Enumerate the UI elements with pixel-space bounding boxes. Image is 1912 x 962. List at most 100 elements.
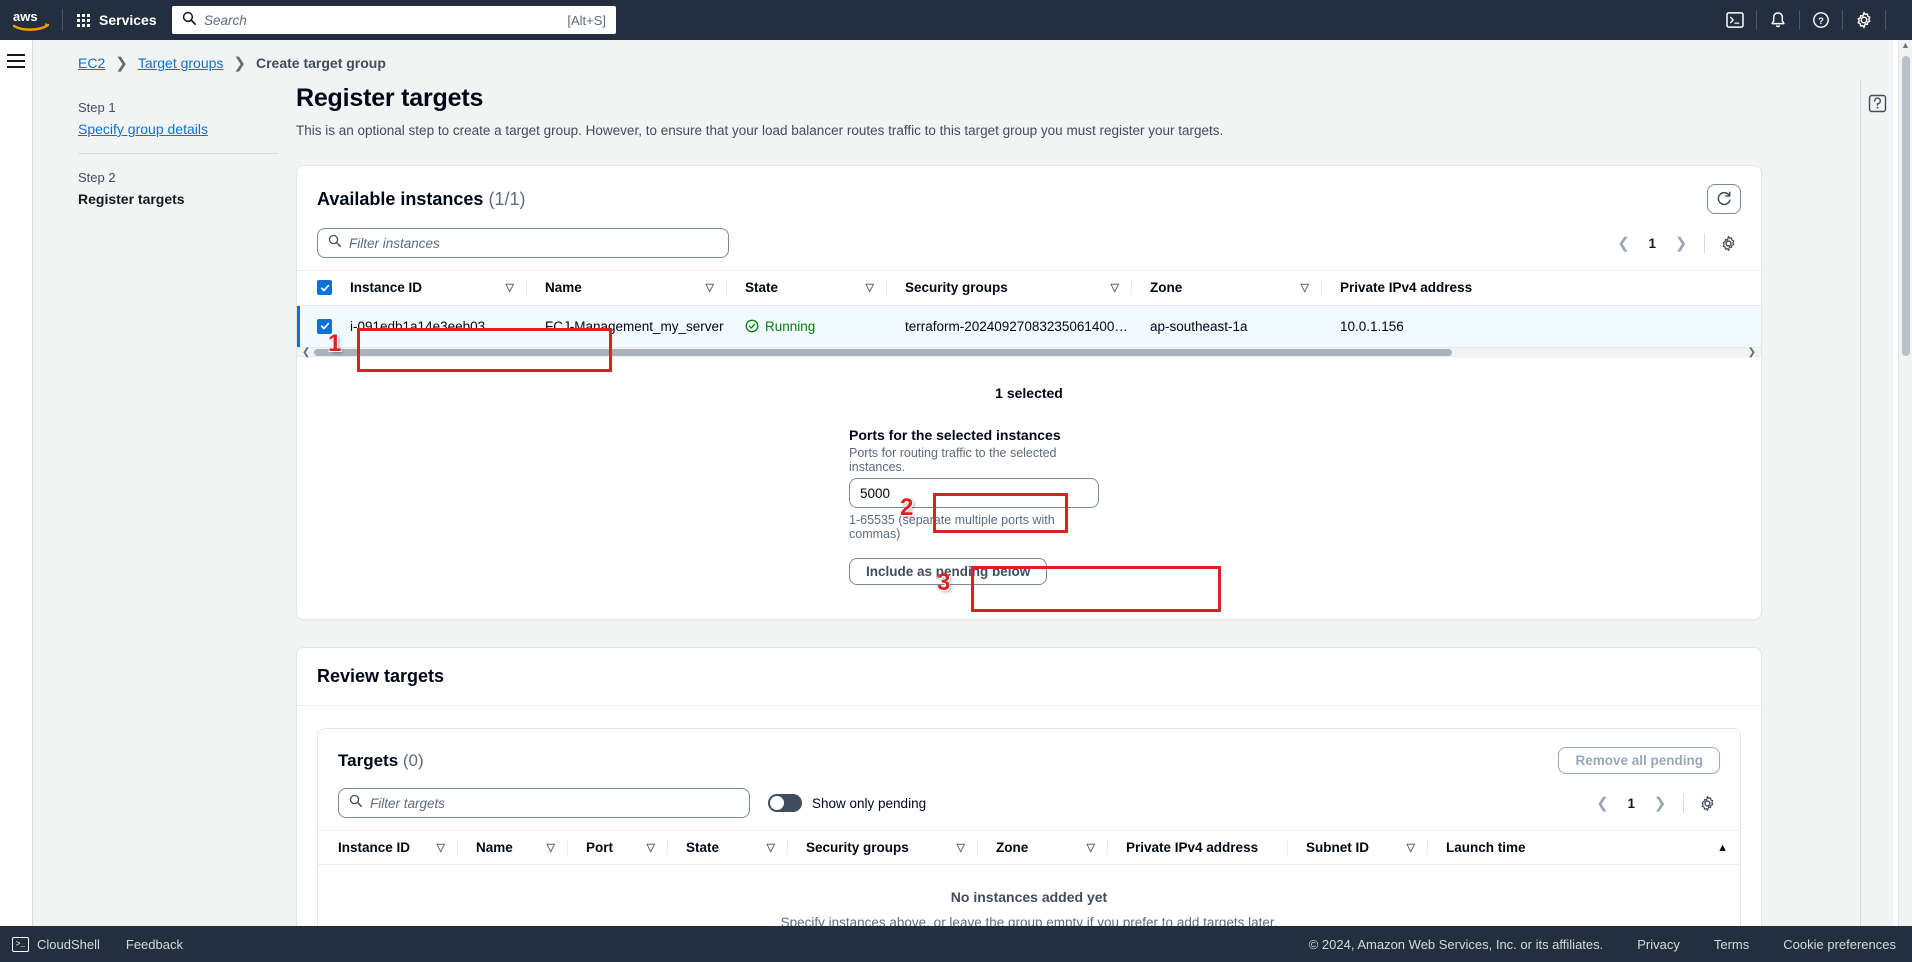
cloudshell-icon: >_ <box>12 937 29 952</box>
privacy-link[interactable]: Privacy <box>1637 937 1680 952</box>
column-header-security-groups[interactable]: Security groups ▽ <box>887 271 1132 306</box>
search-shortcut-hint: [Alt+S] <box>567 13 606 28</box>
breadcrumb-item-ec2[interactable]: EC2 <box>78 55 105 71</box>
state-label: Running <box>765 319 815 334</box>
column-header-state[interactable]: State▽ <box>727 271 887 306</box>
next-page-icon[interactable]: ❯ <box>1668 230 1694 256</box>
cookie-preferences-link[interactable]: Cookie preferences <box>1783 937 1896 952</box>
column-header-port[interactable]: Port▽ <box>568 831 668 865</box>
step-1-number: Step 1 <box>78 100 278 115</box>
column-header-state[interactable]: State ▽ <box>668 831 788 865</box>
wizard-steps: Step 1 Specify group details Step 2 Regi… <box>78 100 278 207</box>
nav-divider <box>1885 10 1886 30</box>
footer-right-group: © 2024, Amazon Web Services, Inc. or its… <box>1309 937 1896 952</box>
table-row[interactable]: i-091edb1a14e3eeb03 FCJ-Management_my_se… <box>297 305 1761 348</box>
page-number-1[interactable]: 1 <box>1619 796 1643 811</box>
settings-gear-icon[interactable] <box>1843 0 1885 40</box>
include-as-pending-button[interactable]: Include as pending below <box>849 558 1047 585</box>
services-label: Services <box>99 12 157 28</box>
page-scrollbar[interactable]: ▲ <box>1898 40 1912 946</box>
filter-instances-box[interactable] <box>317 228 729 258</box>
column-header-private-ipv4[interactable]: Private IPv4 address <box>1322 271 1761 306</box>
cell-security-groups: terraform-20240927083235061400… <box>887 305 1132 348</box>
table-preferences-gear-icon[interactable] <box>1715 230 1741 256</box>
select-all-checkbox[interactable] <box>317 280 332 295</box>
review-targets-table: Instance ID▽ Name ▽ Port▽ State ▽ <box>318 830 1740 865</box>
sidebar-step-specify-group-details[interactable]: Specify group details <box>78 121 278 137</box>
sort-caret-icon: ▽ <box>706 281 714 294</box>
filter-targets-box[interactable] <box>338 788 750 818</box>
column-header-instance-id[interactable]: Instance ID▽ <box>332 271 527 306</box>
column-header-name[interactable]: Name ▽ <box>458 831 568 865</box>
page-number-1[interactable]: 1 <box>1640 236 1664 251</box>
column-header-launch-time[interactable]: Launch time▲ <box>1428 831 1740 865</box>
review-targets-panel: Review targets Targets (0) Remove all pe… <box>296 647 1762 941</box>
search-icon <box>349 794 362 812</box>
grid-icon <box>77 14 90 27</box>
refresh-icon[interactable] <box>1707 184 1741 214</box>
right-rail <box>1860 80 1893 946</box>
scroll-left-icon[interactable]: ❮ <box>302 347 310 358</box>
scroll-up-icon[interactable]: ▲ <box>1899 40 1912 50</box>
column-header-zone[interactable]: Zone▽ <box>978 831 1108 865</box>
column-label: Subnet ID <box>1306 840 1369 855</box>
cloudshell-button[interactable]: >_ CloudShell <box>12 937 100 952</box>
ports-constraint-text: 1-65535 (separate multiple ports with co… <box>849 513 1099 541</box>
help-panel-icon[interactable] <box>1866 92 1888 114</box>
pager-divider <box>1683 793 1684 813</box>
row-checkbox[interactable] <box>317 319 332 334</box>
notifications-bell-icon[interactable] <box>1757 0 1799 40</box>
sort-caret-icon: ▽ <box>547 841 555 854</box>
column-header-security-groups[interactable]: Security groups▽ <box>788 831 978 865</box>
targets-title-text: Targets <box>338 751 398 770</box>
scrollbar-thumb[interactable] <box>314 349 1452 356</box>
next-page-icon[interactable]: ❯ <box>1647 790 1673 816</box>
column-header-private-ipv4[interactable]: Private IPv4 address <box>1108 831 1288 865</box>
aws-logo[interactable]: aws <box>0 0 62 40</box>
show-only-pending-toggle[interactable] <box>768 794 802 812</box>
cell-instance-id: i-091edb1a14e3eeb03 <box>332 305 527 348</box>
ports-input[interactable] <box>849 478 1099 508</box>
table-header-row: Instance ID▽ Name▽ State▽ Security group… <box>297 271 1761 306</box>
help-question-icon[interactable]: ? <box>1800 0 1842 40</box>
services-menu-button[interactable]: Services <box>63 0 171 40</box>
status-badge: Running <box>745 319 887 334</box>
feedback-link[interactable]: Feedback <box>126 937 183 952</box>
column-header-instance-id[interactable]: Instance ID▽ <box>318 831 458 865</box>
footer-left-group: >_ CloudShell Feedback <box>0 937 183 952</box>
page-scrollbar-thumb[interactable] <box>1902 56 1910 356</box>
filter-targets-input[interactable] <box>370 796 739 811</box>
column-label: Instance ID <box>350 280 422 295</box>
copyright-text: © 2024, Amazon Web Services, Inc. or its… <box>1309 937 1604 952</box>
remove-all-pending-button[interactable]: Remove all pending <box>1558 747 1720 774</box>
table-horizontal-scrollbar[interactable]: ❮ ❯ <box>297 348 1761 357</box>
terms-link[interactable]: Terms <box>1714 937 1749 952</box>
previous-page-icon[interactable]: ❮ <box>1610 230 1636 256</box>
row-select-cell[interactable] <box>297 305 332 348</box>
ports-field-hint: Ports for routing traffic to the selecte… <box>849 446 1099 474</box>
scroll-right-icon[interactable]: ❯ <box>1748 347 1756 358</box>
ports-section: 1 selected Ports for the selected instan… <box>297 357 1761 619</box>
page-description: This is an optional step to create a tar… <box>296 123 1762 138</box>
global-search-box[interactable]: [Alt+S] <box>172 6 616 34</box>
top-nav-right-group: ? <box>1714 0 1912 40</box>
filter-instances-input[interactable] <box>349 236 718 251</box>
breadcrumb-item-target-groups[interactable]: Target groups <box>138 55 224 71</box>
global-search-input[interactable] <box>204 13 559 28</box>
sort-caret-icon: ▽ <box>1111 281 1119 294</box>
column-label: Port <box>586 840 613 855</box>
targets-header: Targets (0) Remove all pending <box>318 729 1740 788</box>
column-label: Security groups <box>905 280 1008 295</box>
select-all-header <box>297 271 332 306</box>
previous-page-icon[interactable]: ❮ <box>1589 790 1615 816</box>
column-header-subnet-id[interactable]: Subnet ID▽ <box>1288 831 1428 865</box>
column-label: State <box>686 840 719 855</box>
column-label: Name <box>476 840 513 855</box>
navigation-toggle-button[interactable] <box>7 54 25 68</box>
cloudshell-icon[interactable] <box>1714 0 1756 40</box>
column-header-name[interactable]: Name▽ <box>527 271 727 306</box>
table-preferences-gear-icon[interactable] <box>1694 790 1720 816</box>
column-header-zone[interactable]: Zone▽ <box>1132 271 1322 306</box>
sort-caret-icon: ▽ <box>767 841 775 854</box>
column-label: Private IPv4 address <box>1340 280 1472 295</box>
